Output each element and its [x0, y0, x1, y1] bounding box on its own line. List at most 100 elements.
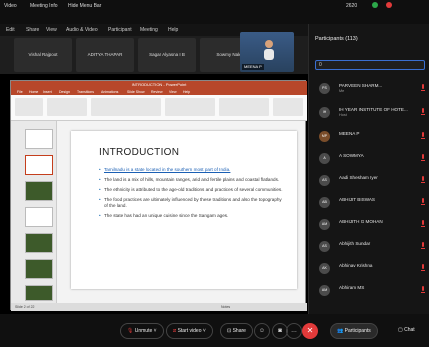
video-tile[interactable]: ADITYA THAPAR	[76, 38, 134, 72]
participant-role: Me	[339, 89, 345, 93]
share-label: Share	[232, 328, 246, 334]
more-options-button[interactable]: …	[286, 323, 302, 339]
participant-name: Vishal Rajpoot	[28, 52, 58, 57]
slide-thumbnail[interactable]	[25, 259, 53, 279]
share-icon: ⊡	[227, 328, 232, 334]
menu-meeting[interactable]: Meeting	[140, 27, 158, 33]
slide-thumbnail-active[interactable]	[25, 155, 53, 175]
participant-row[interactable]: IH IH YEAR INSTITUTE OF HOTE... Host	[315, 104, 427, 122]
participant-search-input[interactable]: 0	[315, 60, 425, 70]
participant-name: ABHIJIT BISWAS	[339, 197, 375, 202]
bullet-item: The ethnicity is attributed to the age-o…	[99, 187, 285, 193]
slide-thumbnail[interactable]	[25, 285, 53, 301]
participant-name: IH YEAR INSTITUTE OF HOTE...	[339, 107, 408, 112]
hide-menu-bar-link[interactable]: Hide Menu Bar	[68, 3, 101, 9]
chat-icon: ▢	[398, 327, 403, 333]
participant-row[interactable]: AS Abhijith Sundar	[315, 238, 427, 256]
participant-name: Sowmy Nale	[216, 52, 242, 57]
slide-thumbnail[interactable]	[25, 207, 53, 227]
mic-muted-icon[interactable]	[421, 176, 425, 184]
menu-participant[interactable]: Participant	[108, 27, 132, 33]
slide-thumbnail[interactable]	[25, 181, 53, 201]
editing-group[interactable]	[273, 98, 303, 116]
menu-audio-video[interactable]: Audio & Video	[66, 27, 98, 33]
participant-row[interactable]: AM Abhiram MS	[315, 282, 427, 300]
people-icon: 👥	[337, 328, 344, 334]
mic-muted-icon[interactable]	[421, 220, 425, 228]
notes-button[interactable]: Notes	[221, 303, 230, 311]
chevron-down-icon: ˅	[153, 328, 157, 334]
ppt-status-bar: Slide 2 of 22 Notes	[11, 303, 307, 311]
close-icon: ✕	[306, 326, 314, 335]
meeting-timer: 2620	[346, 3, 358, 9]
avatar: AM	[319, 219, 330, 230]
participant-name: Aadi Shesham Iyer	[339, 175, 378, 180]
participant-name: Sagar Alyasna I B	[149, 52, 185, 57]
menu-edit[interactable]: Edit	[6, 27, 15, 33]
active-camera-tile[interactable]: MEENA P	[240, 32, 294, 72]
participants-label: Participants	[344, 328, 371, 334]
participants-header: Participants (113)	[315, 36, 358, 42]
bullet-item: The food practices are ultimately influe…	[99, 197, 285, 209]
paragraph-group[interactable]	[165, 98, 215, 116]
participant-row[interactable]: AK Abhinav Krishna	[315, 260, 427, 278]
mic-muted-icon[interactable]	[421, 154, 425, 162]
avatar: AS	[319, 241, 330, 252]
reactions-button[interactable]: ☺	[254, 323, 270, 339]
reaction-icon: ☺	[258, 328, 266, 334]
participant-row[interactable]: AS Aadi Shesham Iyer	[315, 172, 427, 190]
bullet-item: Tamilnadu is a state located in the sout…	[99, 167, 285, 173]
ppt-title-bar: INTRODUCTION - PowerPoint	[11, 81, 307, 89]
participant-name: PARVEEN SHARM...	[339, 83, 383, 88]
bullet-item: The land is a mix of hills, mountain ran…	[99, 177, 285, 183]
mic-muted-icon[interactable]	[421, 286, 425, 294]
end-call-button[interactable]: ✕	[302, 323, 318, 339]
participant-name: ABHIJITH G MOHAN	[339, 219, 383, 224]
slide-thumbnail[interactable]	[25, 233, 53, 253]
participant-name: MEENA P	[242, 64, 264, 70]
meeting-info-link[interactable]: Meeting Info	[30, 3, 58, 9]
mic-muted-icon[interactable]	[421, 198, 425, 206]
menu-help[interactable]: Help	[168, 27, 178, 33]
drawing-group[interactable]	[219, 98, 269, 116]
chevron-down-icon: ˅	[202, 328, 206, 334]
unmute-label: Unmute	[134, 328, 153, 334]
avatar: AM	[319, 285, 330, 296]
chat-button[interactable]: ▢ Chat	[392, 323, 421, 339]
participant-row[interactable]: AB ABHIJIT BISWAS	[315, 194, 427, 212]
person-video-icon	[264, 40, 274, 60]
chat-label: Chat	[404, 327, 415, 333]
mic-muted-icon[interactable]	[421, 108, 425, 116]
slide-thumbnail[interactable]	[25, 129, 53, 149]
mic-muted-icon[interactable]	[421, 242, 425, 250]
video-label: Video	[4, 3, 17, 9]
participant-row[interactable]: MP MEENA P	[315, 128, 427, 146]
record-icon	[386, 2, 392, 8]
start-video-button[interactable]: ⧄ Start video ˅	[166, 323, 213, 339]
mic-off-icon: 🎙	[127, 328, 134, 334]
clipboard-group[interactable]	[15, 98, 43, 116]
powerpoint-window: INTRODUCTION - PowerPoint File Home Inse…	[10, 80, 307, 311]
video-tile[interactable]: Vishal Rajpoot	[14, 38, 72, 72]
video-tile[interactable]: Sagar Alyasna I B	[138, 38, 196, 72]
mic-muted-icon[interactable]	[421, 264, 425, 272]
participants-button[interactable]: 👥 Participants	[330, 323, 378, 339]
participant-row[interactable]: PS PARVEEN SHARM... Me	[315, 80, 427, 98]
menu-view[interactable]: View	[46, 27, 57, 33]
mic-muted-icon[interactable]	[421, 84, 425, 92]
share-button[interactable]: ⊡ Share	[220, 323, 253, 339]
slides-group[interactable]	[47, 98, 87, 116]
bullet-list: Tamilnadu is a state located in the sout…	[99, 167, 285, 223]
avatar: AB	[319, 197, 330, 208]
participant-row[interactable]: AM ABHIJITH G MOHAN	[315, 216, 427, 234]
participant-name: MEENA P	[339, 131, 360, 136]
menu-share[interactable]: Share	[26, 27, 39, 33]
participants-panel: Participants (113) 0 PS PARVEEN SHARM...…	[308, 24, 429, 314]
unmute-button[interactable]: 🎙 Unmute ˅	[120, 323, 164, 339]
slide-counter: Slide 2 of 22	[15, 305, 35, 309]
participant-row[interactable]: A A SOWMYA	[315, 150, 427, 168]
video-strip: Vishal Rajpoot ADITYA THAPAR Sagar Alyas…	[0, 32, 308, 74]
mic-muted-icon[interactable]	[421, 132, 425, 140]
status-dot-icon	[372, 2, 378, 8]
font-group[interactable]	[91, 98, 161, 116]
